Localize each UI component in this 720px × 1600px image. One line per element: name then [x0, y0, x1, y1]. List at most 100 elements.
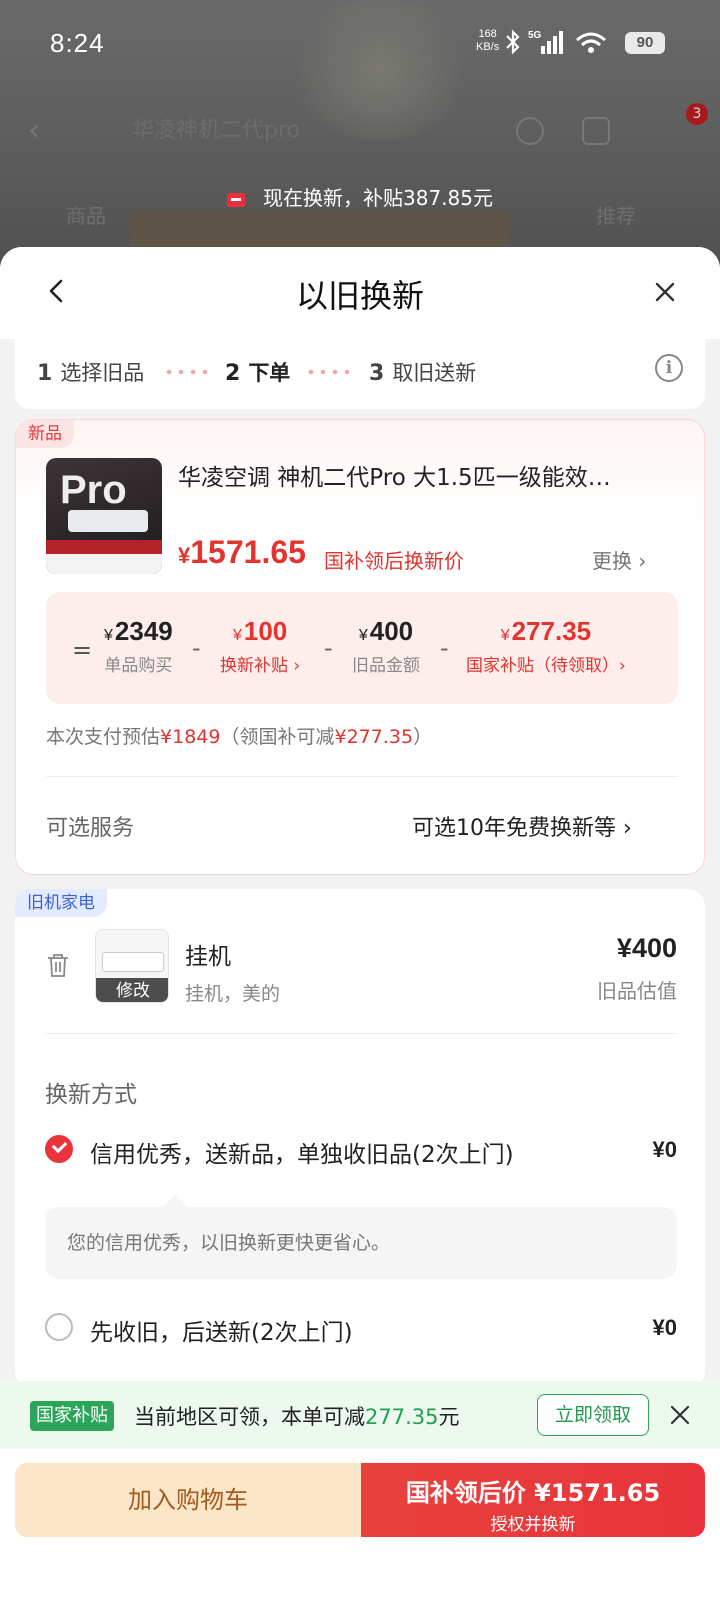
method-option-price: ¥0 — [652, 1137, 677, 1162]
claim-subsidy-button[interactable]: 立即领取 — [537, 1394, 649, 1436]
close-icon[interactable] — [668, 1403, 692, 1427]
method-option-price: ¥0 — [652, 1315, 677, 1340]
info-icon[interactable]: i — [655, 354, 683, 382]
signal-label: 5G — [528, 30, 542, 41]
trade-in-price-label: 国补领后换新价 — [324, 549, 464, 573]
new-product-tag: 新品 — [16, 420, 74, 448]
method-option-label[interactable]: 信用优秀，送新品，单独收旧品(2次上门) — [90, 1135, 514, 1169]
estimate-suffix: ） — [413, 726, 433, 748]
bottom-action-bar: 加入购物车 国补领后价 ¥1571.65 授权并换新 — [0, 1449, 720, 1600]
chevron-right-icon: › — [623, 816, 632, 841]
coupon-icon — [227, 192, 245, 207]
trade-in-price: ¥1571.65 — [178, 534, 306, 571]
background-search-text: 华凌神机二代pro — [132, 118, 300, 143]
breakdown-label: 单品购买 — [104, 656, 173, 676]
estimate-value: ¥1849 — [160, 726, 221, 748]
background-cart-badge: 3 — [686, 103, 708, 125]
method-radio-selected[interactable] — [45, 1135, 73, 1163]
breakdown-label: 国家补贴（待领取）› — [466, 656, 626, 676]
promo-banner: 现在换新，补贴387.85元 — [0, 182, 720, 211]
trash-icon[interactable] — [45, 951, 71, 979]
old-appliance-detail: 挂机，美的 — [185, 983, 281, 1005]
background-share-icon — [582, 117, 610, 145]
currency-symbol: ¥ — [358, 627, 368, 644]
divider — [46, 776, 678, 777]
breakdown-old-item-value: ¥400 旧品金额 — [352, 616, 420, 676]
status-time: 8:24 — [50, 28, 105, 58]
step-label: 取旧送新 — [392, 361, 477, 385]
method-radio[interactable] — [45, 1313, 73, 1341]
step-number: 1 — [37, 361, 53, 386]
step-place-order: 2 下单 — [225, 357, 290, 387]
change-product-label: 更换 — [592, 549, 632, 573]
credit-tip: 您的信用优秀，以旧换新更快更省心。 — [45, 1195, 677, 1279]
breakdown-label: 旧品金额 — [352, 656, 420, 676]
new-product-card: 新品 Pro 华凌空调 神机二代Pro 大1.5匹一级能效… ¥1571.65 … — [15, 419, 705, 875]
battery-indicator: 90 — [625, 32, 665, 54]
chevron-right-icon: › — [638, 549, 647, 573]
optional-service-label: 可选服务 — [46, 816, 135, 841]
breakdown-value: 400 — [369, 616, 414, 646]
breakdown-value: 2349 — [114, 616, 173, 646]
product-image[interactable]: Pro — [46, 458, 162, 574]
status-bar: 8:24 168 KB/s 5G 90 — [0, 0, 720, 90]
step-connector — [305, 369, 353, 375]
divider — [45, 1033, 677, 1034]
product-image-brand-text: Pro — [60, 468, 127, 512]
authorize-trade-in-button[interactable]: 国补领后价 ¥1571.65 授权并换新 — [361, 1463, 705, 1537]
breakdown-unit-price: ¥2349 单品购买 — [104, 616, 173, 676]
background-nav-bar: ‹ 华凌神机二代pro 3 — [0, 103, 720, 155]
currency-symbol: ¥ — [232, 627, 242, 644]
sheet-title: 以旧换新 — [295, 277, 424, 315]
step-connector — [163, 369, 211, 375]
subsidy-text-prefix: 当前地区可领，本单可减 — [134, 1405, 365, 1429]
progress-steps: 1 选择旧品 2 下单 3 取旧送新 i — [15, 337, 705, 409]
network-speed-value: 168 — [478, 28, 497, 40]
estimate-reduce: ¥277.35 — [334, 726, 414, 748]
breakdown-trade-in-subsidy[interactable]: ¥100 换新补贴 › — [220, 616, 300, 676]
step-label: 下单 — [248, 361, 291, 385]
sheet-header: 以旧换新 — [0, 247, 720, 339]
subsidy-text-suffix: 元 — [438, 1405, 460, 1429]
background-back-icon: ‹ — [28, 113, 40, 148]
step-number: 3 — [369, 361, 385, 386]
currency-symbol: ¥ — [104, 627, 113, 644]
optional-service-selector[interactable]: 可选10年免费换新等 › — [412, 810, 632, 842]
currency-symbol: ¥ — [178, 543, 191, 568]
step-label: 选择旧品 — [60, 361, 145, 385]
payment-estimate: 本次支付预估¥1849（领国补可减¥277.35） — [46, 722, 432, 749]
network-speed: 168 KB/s — [476, 28, 499, 54]
currency-symbol: ¥ — [500, 627, 510, 644]
estimate-mid: （领国补可减 — [220, 726, 335, 748]
trade-in-sheet: 以旧换新 1 选择旧品 2 下单 3 取旧送新 i 新品 Pro 华凌空调 神机二代P… — [0, 247, 720, 1600]
step-pickup-deliver: 3 取旧送新 — [369, 357, 476, 387]
optional-service-value: 可选10年免费换新等 — [412, 816, 616, 841]
subsidy-amount: 277.35 — [365, 1405, 439, 1429]
air-conditioner-graphic — [68, 510, 148, 532]
equals-sign: = — [72, 636, 93, 664]
step-number: 2 — [225, 361, 241, 386]
image-footer — [46, 554, 162, 574]
breakdown-value: 100 — [243, 616, 288, 646]
breakdown-label: 换新补贴 › — [220, 656, 301, 676]
national-subsidy-bar: 国家补贴 当前地区可领，本单可减277.35元 立即领取 — [0, 1381, 720, 1449]
edit-old-item-button[interactable]: 修改 — [96, 978, 168, 1002]
old-appliance-image[interactable]: 修改 — [95, 929, 169, 1003]
wifi-icon — [576, 32, 606, 53]
trade-in-price-value: 1571.65 — [190, 534, 306, 570]
buy-button-subtitle: 授权并换新 — [490, 1515, 576, 1535]
trade-in-method-title: 换新方式 — [45, 1082, 137, 1108]
close-icon[interactable] — [648, 275, 682, 309]
breakdown-national-subsidy[interactable]: ¥277.35 国家补贴（待领取）› — [466, 616, 626, 676]
product-name[interactable]: 华凌空调 神机二代Pro 大1.5匹一级能效… — [178, 458, 658, 492]
network-speed-unit: KB/s — [476, 41, 500, 53]
method-option-label[interactable]: 先收旧，后送新(2次上门) — [90, 1313, 353, 1347]
change-product-button[interactable]: 更换 › — [592, 545, 646, 574]
cellular-signal-icon: 5G — [528, 30, 563, 54]
minus-sign: - — [440, 634, 449, 662]
national-subsidy-tag: 国家补贴 — [30, 1401, 114, 1431]
promo-text: 现在换新，补贴387.85元 — [263, 186, 493, 210]
old-appliance-card: 旧机家电 修改 挂机 挂机，美的 ¥400 旧品估值 换新方式 信用优秀，送新品… — [15, 889, 705, 1389]
add-to-cart-button[interactable]: 加入购物车 — [15, 1463, 361, 1537]
subsidy-text: 当前地区可领，本单可减277.35元 — [134, 1401, 459, 1431]
